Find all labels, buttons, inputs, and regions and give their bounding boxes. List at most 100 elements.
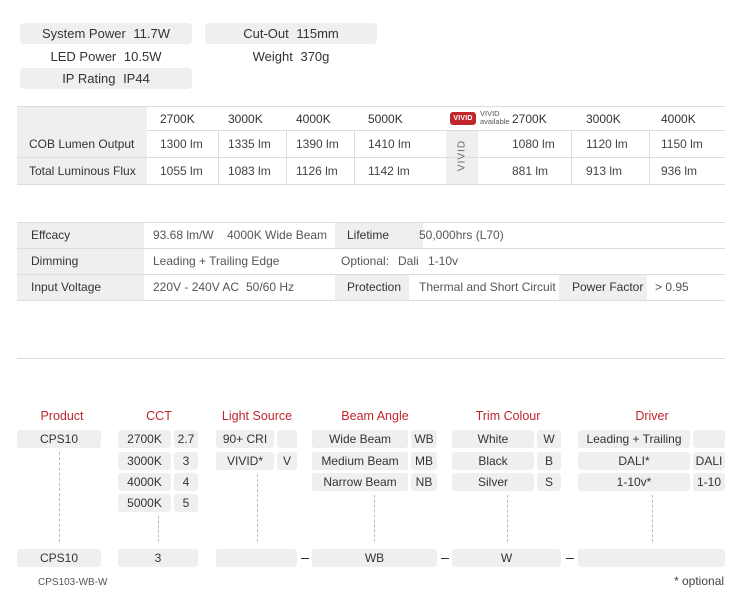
lumen-cell: 1335 lm: [228, 137, 271, 151]
lumen-header-3000k: 3000K: [228, 112, 263, 126]
lumen-cell: 1390 lm: [296, 137, 339, 151]
lumen-header-5000k: 5000K: [368, 112, 403, 126]
header-trim-colour: Trim Colour: [475, 409, 541, 423]
light-source-option-label: VIVID*: [216, 452, 274, 470]
param-row-efficacy: Effcacy 93.68 lm/W 4000K Wide Beam Lifet…: [17, 223, 725, 249]
beam-angle-option-label: Medium Beam: [312, 452, 408, 470]
power-factor-label: Power Factor: [559, 275, 647, 300]
product-option: CPS10: [17, 430, 101, 448]
weight-spec: Weight 370g: [205, 46, 377, 67]
efficacy-value: 93.68 lm/W: [153, 228, 214, 242]
beam-angle-option-code: MB: [411, 452, 437, 470]
ip-rating-label: IP Rating: [62, 71, 116, 86]
connector-line: [652, 495, 653, 542]
lumen-table-bottom-line: [17, 184, 725, 185]
lumen-cell: 1300 lm: [160, 137, 203, 151]
efficacy-label: Effcacy: [17, 223, 144, 248]
ip-rating-spec: IP Rating IP44: [20, 68, 192, 89]
beam-angle-option-code: NB: [411, 473, 437, 491]
input-voltage-value: 220V - 240V AC: [153, 280, 240, 294]
lumen-header-2700k: 2700K: [160, 112, 195, 126]
dimming-label: Dimming: [17, 249, 144, 274]
connector-line: [507, 495, 508, 542]
led-power-spec: LED Power 10.5W: [20, 46, 192, 67]
driver-option-code: 1-10: [693, 473, 725, 491]
driver-option-label: 1-10v*: [578, 473, 690, 491]
lumen-table-mid-line: [17, 157, 725, 158]
param-row-dimming: Dimming Leading + Trailing Edge Optional…: [17, 249, 725, 275]
lumen-col-divider: [218, 131, 219, 184]
connector-line: [374, 495, 375, 542]
header-cct: CCT: [146, 409, 172, 423]
header-product: Product: [40, 409, 84, 423]
lumen-cell: 1142 lm: [368, 164, 410, 178]
system-power-label: System Power: [41, 26, 126, 41]
vivid-header-3000k: 3000K: [586, 112, 621, 126]
optional-footnote: * optional: [674, 574, 725, 588]
result-cct: 3: [118, 549, 198, 567]
protection-label: Protection: [335, 275, 409, 300]
weight-label: Weight: [252, 49, 293, 64]
vivid-lumen-cell: 881 lm: [512, 164, 549, 178]
ip-rating-value: IP44: [123, 71, 150, 86]
led-power-value: 10.5W: [123, 49, 162, 64]
lifetime-value: 50,000hrs (L70): [419, 228, 504, 242]
system-power-value: 11.7W: [133, 26, 171, 41]
lumen-cell: 1410 lm: [368, 137, 411, 151]
row-label-cob-lumen: COB Lumen Output: [29, 137, 135, 151]
connector-line: [257, 474, 258, 542]
lifetime-label: Lifetime: [335, 223, 423, 248]
cct-option-label: 5000K: [118, 494, 171, 512]
header-driver: Driver: [635, 409, 669, 423]
result-light-source: [216, 549, 297, 567]
dimming-option-dali: Dali: [398, 254, 419, 268]
result-driver: [578, 549, 725, 567]
power-factor-value: > 0.95: [655, 280, 689, 294]
header-beam-angle: Beam Angle: [341, 409, 409, 423]
input-frequency-value: 50/60 Hz: [246, 280, 295, 294]
cct-option-code: 3: [174, 452, 198, 470]
beam-angle-option-code: WB: [411, 430, 437, 448]
led-power-label: LED Power: [50, 49, 117, 64]
cut-out-label: Cut-Out: [243, 26, 289, 41]
vivid-logo-badge: VIVID: [450, 112, 476, 125]
input-voltage-label: Input Voltage: [17, 275, 144, 300]
trim-colour-option-label: Silver: [452, 473, 534, 491]
lumen-col-divider: [571, 131, 572, 184]
lumen-table-top-line: [17, 106, 725, 107]
result-product: CPS10: [17, 549, 101, 567]
driver-option-code: DALI: [693, 452, 725, 470]
example-product-code: CPS103-WB-W: [38, 577, 108, 588]
weight-value: 370g: [300, 49, 330, 64]
vivid-available-line2: available: [480, 117, 510, 126]
vivid-lumen-cell: 1150 lm: [661, 137, 703, 151]
lumen-col-divider: [649, 131, 650, 184]
driver-option-label: Leading + Trailing: [578, 430, 690, 448]
cct-option-code: 2.7: [174, 430, 198, 448]
cut-out-value: 115mm: [296, 26, 339, 41]
dimming-optional-label: Optional:: [341, 254, 390, 268]
header-light-source: Light Source: [221, 409, 293, 423]
result-trim-colour: W: [452, 549, 561, 567]
trim-colour-option-label: Black: [452, 452, 534, 470]
lumen-cell: 1126 lm: [296, 164, 338, 178]
vivid-vertical-label: VIVID: [456, 139, 468, 172]
light-source-option-code: V: [277, 452, 297, 470]
cct-option-code: 5: [174, 494, 198, 512]
lumen-table-header-line: [147, 130, 725, 131]
efficacy-note: 4000K Wide Beam: [227, 228, 328, 242]
trim-colour-option-code: B: [537, 452, 561, 470]
vivid-lumen-cell: 1120 lm: [586, 137, 628, 151]
lumen-header-4000k: 4000K: [296, 112, 331, 126]
result-beam-angle: WB: [312, 549, 437, 567]
vivid-logo-text: VIVID: [453, 115, 473, 122]
vivid-header-2700k: 2700K: [512, 112, 547, 126]
section-divider: [17, 358, 725, 359]
dimming-value: Leading + Trailing Edge: [153, 254, 280, 268]
light-source-option-code: [277, 430, 297, 448]
lumen-cell: 1055 lm: [160, 164, 203, 178]
vivid-header-4000k: 4000K: [661, 112, 696, 126]
beam-angle-option-label: Wide Beam: [312, 430, 408, 448]
vivid-lumen-cell: 913 lm: [586, 164, 623, 178]
param-row-input-voltage: Input Voltage 220V - 240V AC 50/60 Hz Pr…: [17, 275, 725, 301]
